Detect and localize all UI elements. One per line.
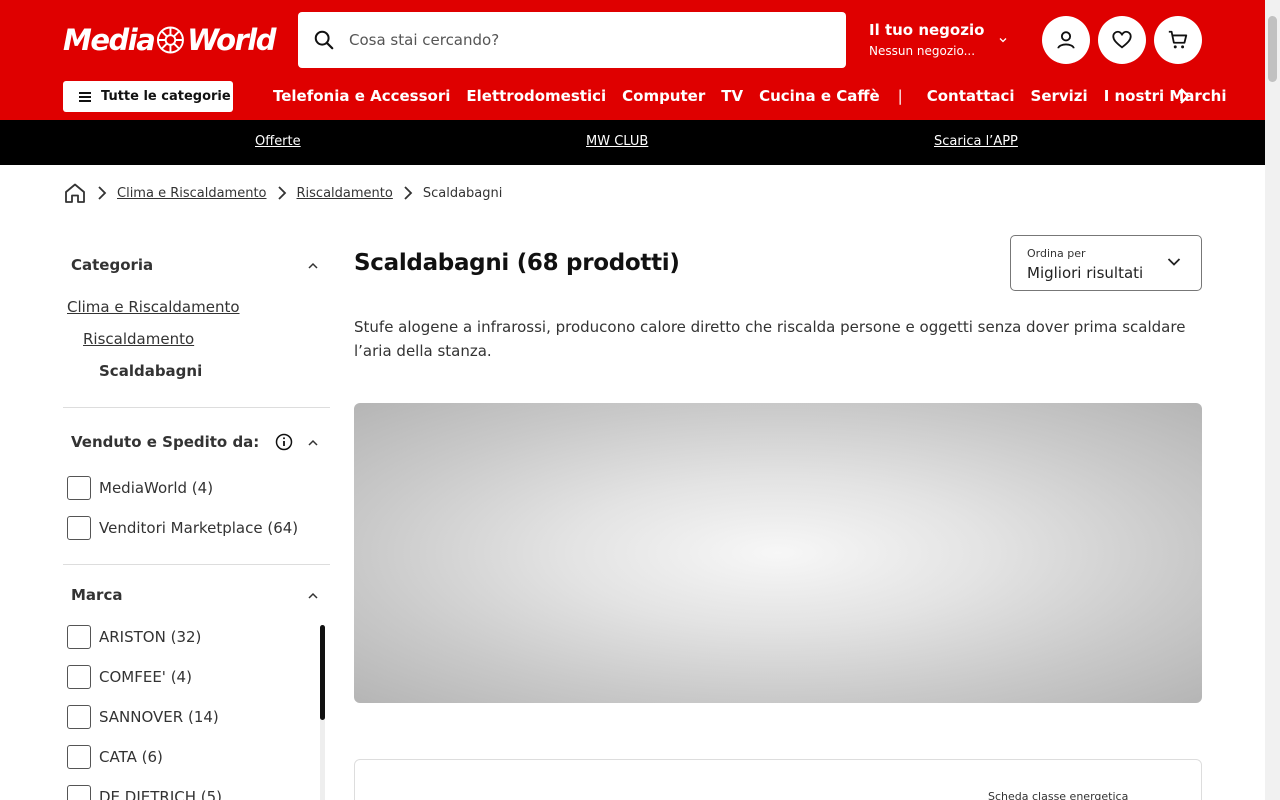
product-count: (68 prodotti) — [516, 250, 680, 276]
account-button[interactable] — [1042, 16, 1090, 64]
filter-marketplace-checkbox[interactable]: Venditori Marketplace (64) — [67, 516, 298, 540]
energy-label-link[interactable]: Scheda classe energetica — [988, 790, 1128, 800]
category-link-clima[interactable]: Clima e Riscaldamento — [67, 298, 240, 316]
category-link-riscaldamento[interactable]: Riscaldamento — [83, 330, 194, 348]
user-icon — [1057, 31, 1075, 49]
categoria-heading[interactable]: Categoria — [71, 256, 153, 274]
promo-app-link[interactable]: Scarica l’APP — [934, 134, 1018, 149]
product-card[interactable]: Scheda classe energetica — [354, 759, 1202, 800]
filter-label: Venditori Marketplace (64) — [99, 519, 299, 537]
sort-value: Migliori risultati — [1027, 264, 1144, 282]
page-title-text: Scaldabagni — [354, 250, 509, 276]
checkbox[interactable] — [67, 516, 91, 540]
store-subtitle: Nessun negozio... — [869, 44, 976, 58]
brand-label: DE DIETRICH (5) — [99, 788, 223, 800]
brand-dedietrich-checkbox[interactable]: DE DIETRICH (5) — [67, 785, 222, 800]
checkbox[interactable] — [67, 785, 91, 800]
nav-telefonia[interactable]: Telefonia e Accessori — [273, 84, 450, 108]
brand-label: CATA (6) — [99, 748, 163, 766]
store-selector[interactable]: Il tuo negozio Nessun negozio... — [869, 20, 984, 62]
search-input[interactable] — [349, 31, 809, 49]
chevron-right-icon[interactable] — [1176, 86, 1192, 106]
sort-label: Ordina per — [1027, 247, 1086, 260]
filter-label: MediaWorld (4) — [99, 479, 214, 497]
marca-heading[interactable]: Marca — [71, 586, 122, 604]
site-header: Media World Il tuo negozio Nessun negozi… — [0, 0, 1265, 120]
divider — [63, 407, 330, 408]
venduto-heading[interactable]: Venduto e Spedito da: — [71, 433, 259, 451]
brand-label: COMFEE' (4) — [99, 668, 192, 686]
divider — [63, 564, 330, 565]
promo-bar: Offerte MW CLUB Scarica l’APP — [0, 120, 1265, 165]
brand-label: ARISTON (32) — [99, 628, 202, 646]
cart-icon — [1168, 30, 1188, 49]
brand-label: SANNOVER (14) — [99, 708, 219, 726]
logo-swirl-icon — [157, 26, 185, 54]
checkbox[interactable] — [67, 476, 91, 500]
search-bar[interactable] — [298, 12, 846, 68]
category-current: Scaldabagni — [99, 362, 203, 380]
main-nav: Telefonia e Accessori Elettrodomestici C… — [273, 84, 1243, 108]
cart-button[interactable] — [1154, 16, 1202, 64]
nav-cucina[interactable]: Cucina e Caffè — [759, 84, 880, 108]
chevron-up-icon[interactable] — [307, 262, 319, 270]
chevron-down-icon[interactable] — [997, 34, 1009, 46]
nav-elettrodomestici[interactable]: Elettrodomestici — [466, 84, 606, 108]
breadcrumb-clima[interactable]: Clima e Riscaldamento — [117, 186, 267, 201]
page-scrollbar[interactable] — [1265, 0, 1280, 800]
promo-club-link[interactable]: MW CLUB — [586, 134, 648, 149]
checkbox[interactable] — [67, 665, 91, 689]
category-description: Stufe alogene a infrarossi, producono ca… — [354, 318, 1186, 360]
filter-mediaworld-checkbox[interactable]: MediaWorld (4) — [67, 476, 213, 500]
nav-servizi[interactable]: Servizi — [1031, 84, 1088, 108]
checkbox[interactable] — [67, 705, 91, 729]
info-icon[interactable] — [275, 433, 293, 451]
breadcrumb-current: Scaldabagni — [422, 185, 503, 201]
breadcrumb: Clima e Riscaldamento Riscaldamento Scal… — [63, 180, 502, 206]
chevron-right-icon — [277, 186, 286, 200]
heart-icon — [1112, 30, 1132, 49]
mediaworld-logo[interactable]: Media World — [63, 22, 276, 58]
nav-separator: | — [897, 87, 903, 105]
promo-offerte-link[interactable]: Offerte — [255, 134, 301, 149]
breadcrumb-riscaldamento[interactable]: Riscaldamento — [297, 186, 393, 201]
brand-cata-checkbox[interactable]: CATA (6) — [67, 745, 163, 769]
store-title: Il tuo negozio — [869, 21, 985, 39]
sort-select[interactable]: Ordina per Migliori risultati — [1010, 235, 1202, 291]
nav-tv[interactable]: TV — [721, 84, 743, 108]
chevron-right-icon — [98, 186, 107, 200]
all-categories-label: Tutte le categorie — [101, 89, 231, 104]
chevron-down-icon — [1167, 258, 1181, 266]
logo-text-world: World — [187, 23, 276, 57]
brand-list-scroll-thumb[interactable] — [320, 625, 325, 720]
page-scroll-thumb[interactable] — [1268, 16, 1277, 82]
category-banner-placeholder — [354, 403, 1202, 703]
brand-ariston-checkbox[interactable]: ARISTON (32) — [67, 625, 201, 649]
brand-sannover-checkbox[interactable]: SANNOVER (14) — [67, 705, 219, 729]
brand-comfee-checkbox[interactable]: COMFEE' (4) — [67, 665, 192, 689]
hamburger-icon — [79, 91, 91, 102]
chevron-right-icon — [404, 186, 413, 200]
nav-contattaci[interactable]: Contattaci — [927, 84, 1015, 108]
chevron-up-icon[interactable] — [307, 439, 319, 447]
checkbox[interactable] — [67, 745, 91, 769]
chevron-up-icon[interactable] — [307, 592, 319, 600]
wishlist-button[interactable] — [1098, 16, 1146, 64]
logo-text-media: Media — [63, 23, 156, 57]
checkbox[interactable] — [67, 625, 91, 649]
nav-marchi[interactable]: I nostri Marchi — [1104, 84, 1227, 108]
search-icon[interactable] — [313, 29, 335, 51]
page-title: Scaldabagni (68 prodotti) — [354, 250, 680, 276]
all-categories-button[interactable]: Tutte le categorie — [63, 81, 233, 112]
nav-computer[interactable]: Computer — [622, 84, 705, 108]
home-icon[interactable] — [63, 182, 87, 204]
